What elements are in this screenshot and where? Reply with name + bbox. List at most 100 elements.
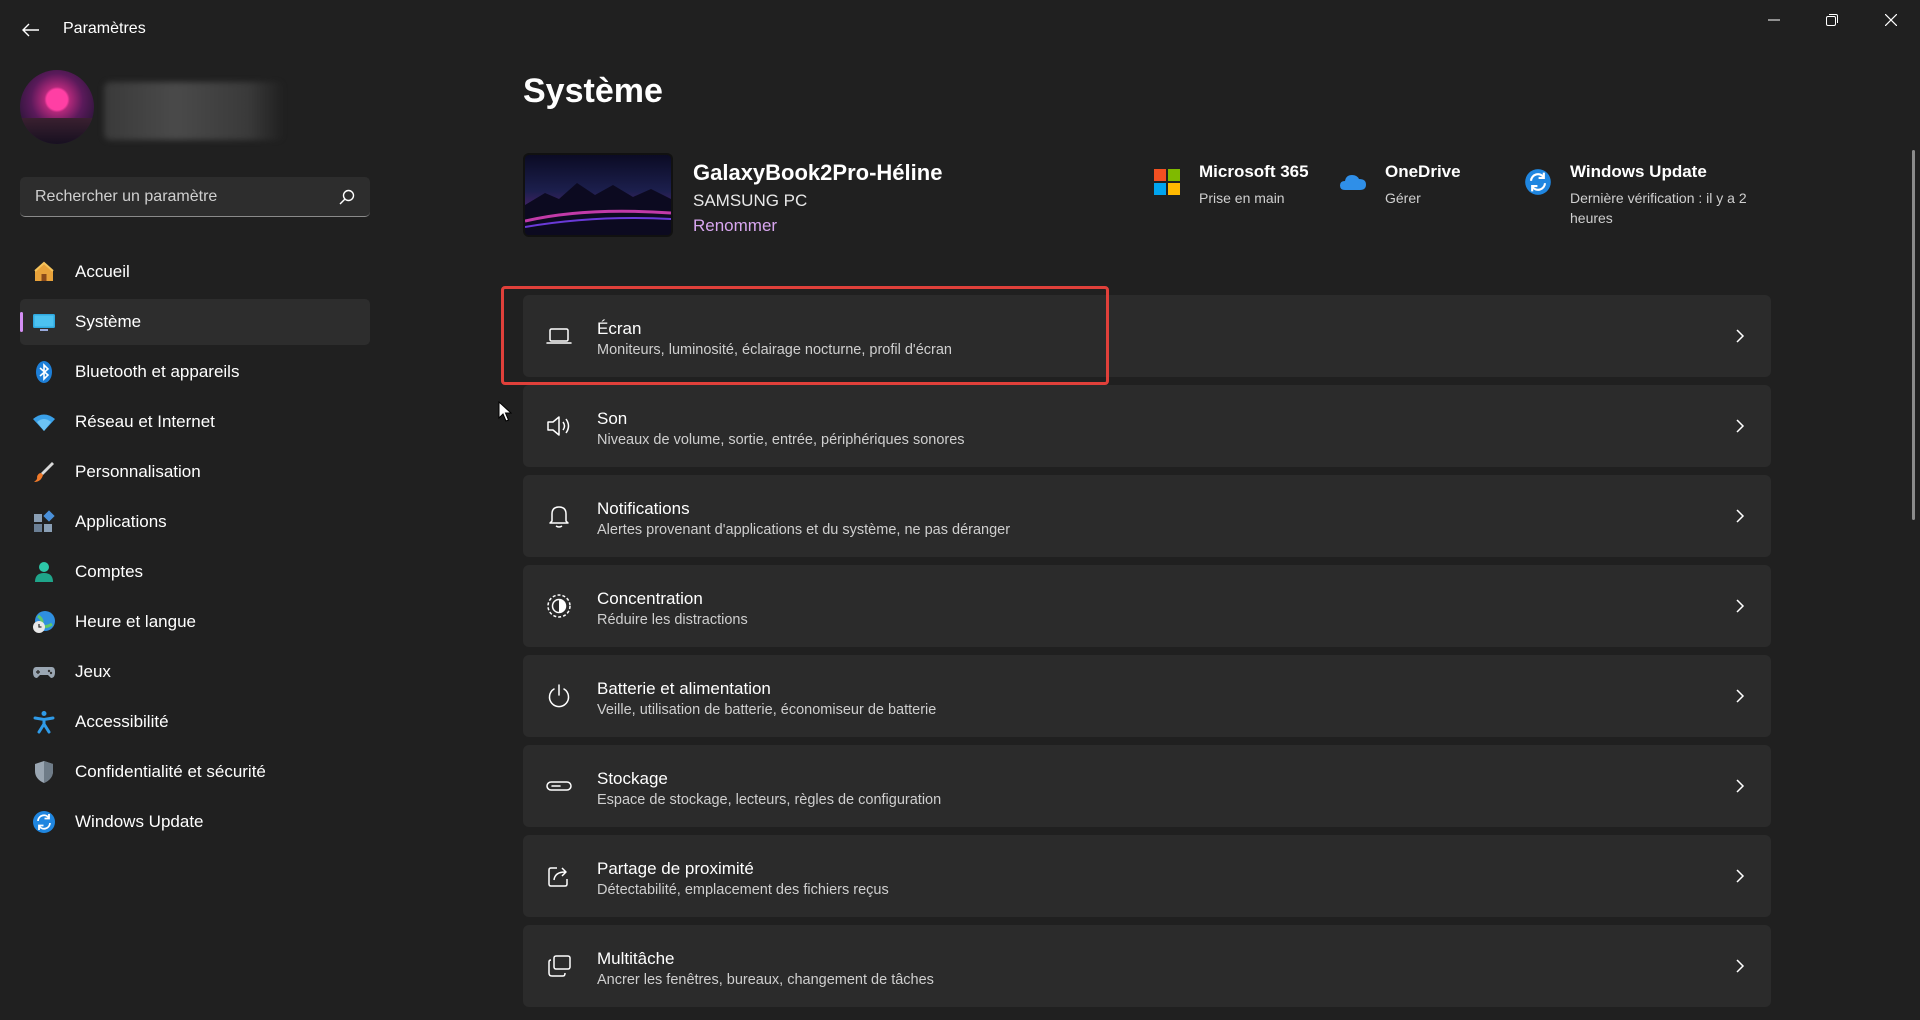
restore-button[interactable] bbox=[1803, 0, 1861, 40]
setting-description: Niveaux de volume, sortie, entrée, périp… bbox=[597, 432, 965, 448]
apps-icon bbox=[32, 510, 56, 534]
back-button[interactable] bbox=[18, 14, 44, 46]
arrow-left-icon bbox=[22, 23, 39, 37]
device-model: SAMSUNG PC bbox=[693, 191, 808, 210]
setting-card-notifications[interactable]: Notifications Alertes provenant d'applic… bbox=[523, 475, 1771, 557]
microsoft-logo-icon bbox=[1154, 169, 1180, 195]
shield-icon bbox=[32, 760, 56, 784]
search-input[interactable] bbox=[33, 177, 337, 217]
sidebar-item-label: Système bbox=[75, 312, 142, 331]
rename-link[interactable]: Renommer bbox=[693, 216, 777, 236]
quick-link-title: Microsoft 365 bbox=[1199, 162, 1309, 181]
avatar[interactable] bbox=[20, 70, 94, 144]
quick-link-subtitle: Prise en main bbox=[1199, 190, 1285, 206]
setting-title: Partage de proximité bbox=[597, 859, 754, 878]
setting-description: Ancrer les fenêtres, bureaux, changement… bbox=[597, 972, 934, 988]
bell-icon bbox=[549, 506, 569, 528]
share-icon bbox=[548, 867, 568, 887]
sidebar-nav: Accueil Système Bluetooth et appareils R… bbox=[20, 249, 370, 849]
close-button[interactable] bbox=[1862, 0, 1920, 40]
search-box[interactable] bbox=[20, 177, 370, 217]
setting-description: Détectabilité, emplacement des fichiers … bbox=[597, 882, 889, 898]
chevron-right-icon bbox=[1736, 689, 1745, 703]
sidebar-item-label: Accessibilité bbox=[75, 712, 169, 731]
sidebar-item-accessibilite[interactable]: Accessibilité bbox=[20, 699, 370, 745]
sidebar-item-accueil[interactable]: Accueil bbox=[20, 249, 370, 295]
sidebar-item-label: Confidentialité et sécurité bbox=[75, 762, 266, 781]
monitor-icon bbox=[32, 310, 56, 334]
person-icon bbox=[32, 560, 56, 584]
onedrive-cloud-icon bbox=[1340, 175, 1366, 190]
title-bar: Paramètres bbox=[0, 0, 1920, 60]
windows-update-icon bbox=[1525, 169, 1551, 195]
setting-card-concentration[interactable]: Concentration Réduire les distractions bbox=[523, 565, 1771, 647]
setting-title: Multitâche bbox=[597, 949, 675, 968]
app-title: Paramètres bbox=[63, 20, 146, 37]
sidebar-item-personnalisation[interactable]: Personnalisation bbox=[20, 449, 370, 495]
setting-card-batterie[interactable]: Batterie et alimentation Veille, utilisa… bbox=[523, 655, 1771, 737]
quick-link-title: Windows Update bbox=[1570, 162, 1707, 181]
device-name: GalaxyBook2Pro-Héline bbox=[693, 160, 943, 185]
scrollbar[interactable] bbox=[1912, 150, 1915, 520]
settings-list: Écran Moniteurs, luminosité, éclairage n… bbox=[523, 295, 1771, 1015]
chevron-right-icon bbox=[1736, 869, 1745, 883]
accessibility-icon bbox=[32, 710, 56, 734]
device-thumbnail bbox=[523, 153, 673, 237]
gamepad-icon bbox=[32, 660, 56, 684]
quick-link-subtitle: Dernière vérification : il y a 2 heures bbox=[1570, 190, 1747, 226]
username-redacted bbox=[104, 82, 284, 140]
chevron-right-icon bbox=[1736, 509, 1745, 523]
storage-drive-icon bbox=[546, 781, 572, 791]
bluetooth-icon bbox=[32, 360, 56, 384]
minimize-button[interactable] bbox=[1745, 0, 1803, 40]
sidebar-item-label: Heure et langue bbox=[75, 612, 196, 631]
setting-description: Espace de stockage, lecteurs, règles de … bbox=[597, 792, 942, 808]
sidebar-item-heure-langue[interactable]: Heure et langue bbox=[20, 599, 370, 645]
avatar-image bbox=[20, 118, 94, 144]
setting-description: Veille, utilisation de batterie, économi… bbox=[597, 702, 937, 718]
sidebar-item-applications[interactable]: Applications bbox=[20, 499, 370, 545]
multitask-icon bbox=[548, 955, 571, 977]
quick-link-subtitle: Gérer bbox=[1385, 190, 1421, 206]
setting-title: Écran bbox=[597, 319, 642, 338]
sidebar-item-label: Applications bbox=[75, 512, 167, 531]
mouse-cursor-icon bbox=[498, 401, 512, 422]
home-icon bbox=[32, 260, 56, 284]
laptop-icon bbox=[546, 328, 572, 344]
sidebar-item-label: Réseau et Internet bbox=[75, 412, 215, 431]
setting-card-multitache[interactable]: Multitâche Ancrer les fenêtres, bureaux,… bbox=[523, 925, 1771, 1007]
setting-card-partage-proximite[interactable]: Partage de proximité Détectabilité, empl… bbox=[523, 835, 1771, 917]
sidebar-item-label: Comptes bbox=[75, 562, 144, 581]
sidebar-item-confidentialite[interactable]: Confidentialité et sécurité bbox=[20, 749, 370, 795]
sidebar-item-windows-update[interactable]: Windows Update bbox=[20, 799, 370, 845]
setting-title: Concentration bbox=[597, 589, 703, 608]
wifi-icon bbox=[32, 410, 56, 434]
setting-card-stockage[interactable]: Stockage Espace de stockage, lecteurs, r… bbox=[523, 745, 1771, 827]
setting-title: Stockage bbox=[597, 769, 668, 788]
chevron-right-icon bbox=[1736, 779, 1745, 793]
restore-icon bbox=[1826, 14, 1838, 26]
setting-title: Batterie et alimentation bbox=[597, 679, 771, 698]
wallpaper-image bbox=[525, 183, 671, 235]
windows-update-icon bbox=[32, 810, 56, 834]
setting-title: Son bbox=[597, 409, 628, 428]
sidebar-item-reseau[interactable]: Réseau et Internet bbox=[20, 399, 370, 445]
sidebar-item-label: Personnalisation bbox=[75, 462, 201, 481]
speaker-icon bbox=[547, 416, 570, 436]
close-icon bbox=[1885, 14, 1897, 26]
search-icon[interactable] bbox=[338, 188, 356, 206]
setting-title: Notifications bbox=[597, 499, 690, 518]
sidebar-item-label: Bluetooth et appareils bbox=[75, 362, 240, 381]
setting-description: Réduire les distractions bbox=[597, 612, 748, 628]
chevron-right-icon bbox=[1736, 329, 1745, 343]
sidebar-item-comptes[interactable]: Comptes bbox=[20, 549, 370, 595]
setting-card-son[interactable]: Son Niveaux de volume, sortie, entrée, p… bbox=[523, 385, 1771, 467]
chevron-right-icon bbox=[1736, 419, 1745, 433]
sidebar-item-systeme[interactable]: Système bbox=[20, 299, 370, 345]
setting-description: Moniteurs, luminosité, éclairage nocturn… bbox=[597, 342, 952, 358]
minimize-icon bbox=[1768, 19, 1780, 21]
setting-card-ecran[interactable]: Écran Moniteurs, luminosité, éclairage n… bbox=[523, 295, 1771, 377]
sidebar-item-jeux[interactable]: Jeux bbox=[20, 649, 370, 695]
clock-globe-icon bbox=[32, 610, 56, 634]
sidebar-item-bluetooth[interactable]: Bluetooth et appareils bbox=[20, 349, 370, 395]
